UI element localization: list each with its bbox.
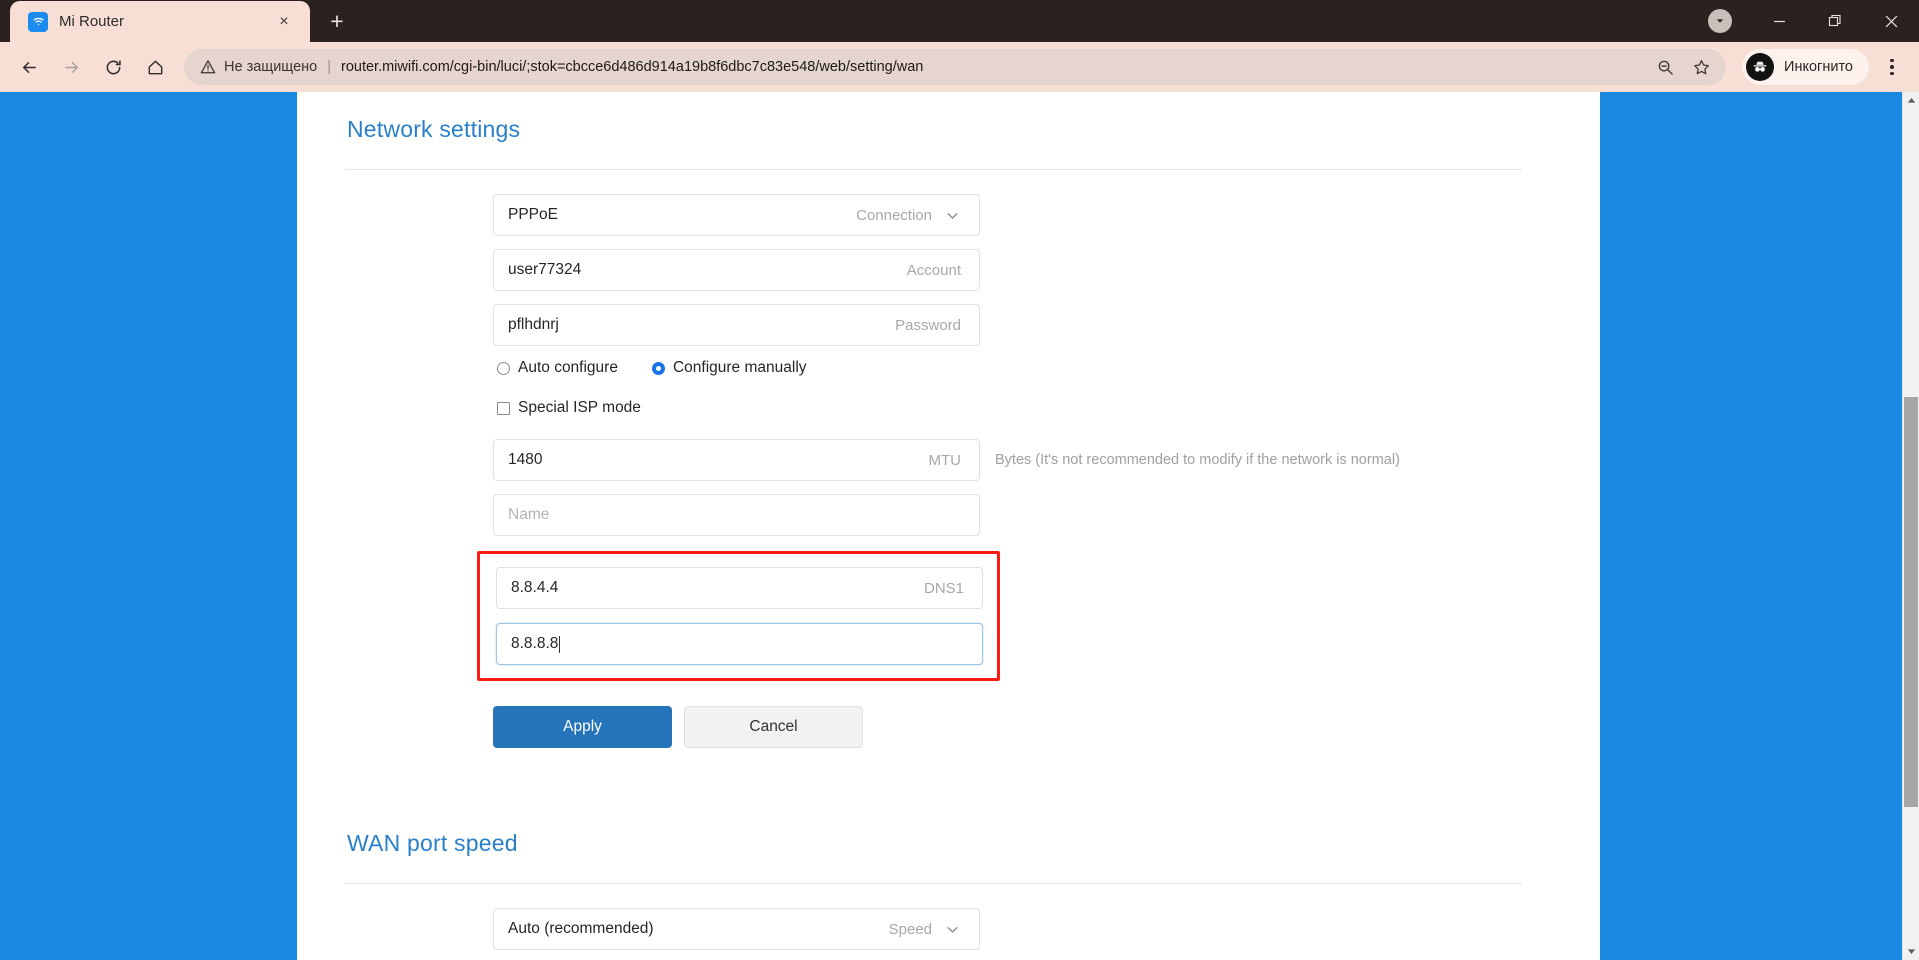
connection-type-value: PPPoE <box>508 206 558 223</box>
account-row: user77324 Account <box>493 249 1552 291</box>
close-window-button[interactable] <box>1863 0 1919 42</box>
scroll-up-arrow-icon[interactable] <box>1903 92 1919 109</box>
page-title-network-settings: Network settings <box>347 116 521 142</box>
text-cursor <box>559 635 561 653</box>
page-title-wan-port-speed: WAN port speed <box>347 830 518 856</box>
connection-type-select[interactable]: PPPoE Connection <box>493 194 980 236</box>
wifi-icon <box>28 11 48 32</box>
omnibox-separator: | <box>327 59 331 75</box>
three-dots-icon[interactable] <box>1875 48 1909 86</box>
account-label: Account <box>906 261 961 279</box>
radio-configure-manually[interactable]: Configure manually <box>651 359 807 377</box>
mtu-hint: Bytes (It's not recommended to modify if… <box>995 452 1400 468</box>
tab-search-icon <box>1708 9 1732 33</box>
url-text: router.miwifi.com/cgi-bin/luci/;stok=cbc… <box>341 59 924 75</box>
dns2-row: 8.8.8.8 <box>496 623 983 665</box>
wan-speed-label: Speed <box>888 920 932 938</box>
mtu-label: MTU <box>928 451 962 469</box>
wan-speed-row: Auto (recommended) Speed <box>493 908 1552 950</box>
browser-tab[interactable]: Mi Router × <box>10 1 310 42</box>
password-row: pflhdnrj Password <box>493 304 1552 346</box>
account-value: user77324 <box>508 261 582 278</box>
chevron-down-icon <box>944 921 961 938</box>
dns2-input[interactable]: 8.8.8.8 <box>496 623 983 665</box>
home-button[interactable] <box>136 48 174 86</box>
connection-type-row: PPPoE Connection <box>493 194 1552 236</box>
service-name-placeholder: Name <box>508 506 550 523</box>
page-scroll-area: Network settings PPPoE Connection user77… <box>0 92 1902 960</box>
forward-button[interactable] <box>52 48 90 86</box>
window-controls <box>1703 0 1919 42</box>
cancel-button[interactable]: Cancel <box>684 706 863 748</box>
dns-highlight-box: 8.8.4.4 DNS1 8.8.8.8 <box>477 551 1000 681</box>
not-secure-warning-icon <box>200 59 216 75</box>
router-content-panel: Network settings PPPoE Connection user77… <box>297 92 1600 960</box>
dns1-row: 8.8.4.4 DNS1 <box>496 567 983 609</box>
radio-configure-manually-icon <box>651 361 665 375</box>
password-input[interactable]: pflhdnrj Password <box>493 304 980 346</box>
radio-auto-configure-icon <box>497 361 510 375</box>
mtu-row: 1480 MTU Bytes (It's not recommended to … <box>493 439 1552 481</box>
mtu-value: 1480 <box>508 451 543 468</box>
chevron-down-icon <box>944 207 961 224</box>
browser-window: Mi Router × + Не защищено | router.miwif… <box>0 0 1919 960</box>
config-mode-group: Auto configure Configure manually <box>497 359 1552 377</box>
back-button[interactable] <box>10 48 48 86</box>
wan-port-speed-form: Auto (recommended) Speed <box>345 884 1552 950</box>
star-icon[interactable] <box>1684 50 1718 84</box>
address-bar[interactable]: Не защищено | router.miwifi.com/cgi-bin/… <box>184 49 1727 85</box>
zoom-out-icon[interactable] <box>1648 50 1682 84</box>
network-settings-form: PPPoE Connection user77324 Account pflhd… <box>345 170 1552 748</box>
password-value: pflhdnrj <box>508 316 559 333</box>
special-isp-mode-checkbox[interactable]: Special ISP mode <box>497 399 1552 417</box>
reload-button[interactable] <box>94 48 132 86</box>
profile-name-label: Инкогнито <box>1784 59 1853 75</box>
wan-speed-value: Auto (recommended) <box>508 920 654 937</box>
dns1-input[interactable]: 8.8.4.4 DNS1 <box>496 567 983 609</box>
account-input[interactable]: user77324 Account <box>493 249 980 291</box>
dns1-label: DNS1 <box>923 579 964 597</box>
scroll-down-arrow-icon[interactable] <box>1903 943 1919 960</box>
service-name-row: Name <box>493 494 1552 536</box>
profile-button[interactable]: Инкогнито <box>1742 49 1869 85</box>
dns2-value: 8.8.8.8 <box>511 635 559 652</box>
apply-button[interactable]: Apply <box>493 706 672 748</box>
security-status-label: Не защищено <box>224 59 318 75</box>
mtu-input[interactable]: 1480 MTU <box>493 439 980 481</box>
wan-speed-select[interactable]: Auto (recommended) Speed <box>493 908 980 950</box>
browser-toolbar: Не защищено | router.miwifi.com/cgi-bin/… <box>0 42 1919 92</box>
special-isp-mode-label: Special ISP mode <box>518 399 641 416</box>
password-label: Password <box>895 316 961 334</box>
incognito-icon <box>1746 53 1775 81</box>
title-bar: Mi Router × + <box>0 0 1919 42</box>
tab-search-button[interactable] <box>1703 0 1737 42</box>
scrollbar-thumb[interactable] <box>1904 397 1918 807</box>
dns1-value: 8.8.4.4 <box>511 579 559 596</box>
close-icon[interactable]: × <box>272 10 296 34</box>
radio-auto-configure-label: Auto configure <box>518 359 618 376</box>
tab-title: Mi Router <box>59 13 125 30</box>
connection-type-label: Connection <box>856 206 932 224</box>
tab-strip: Mi Router × + <box>0 0 354 42</box>
page-scrollbar[interactable] <box>1902 92 1919 960</box>
radio-configure-manually-label: Configure manually <box>672 359 807 376</box>
minimize-button[interactable] <box>1751 0 1807 42</box>
page-viewport: Network settings PPPoE Connection user77… <box>0 92 1919 960</box>
form-actions: Apply Cancel <box>493 706 1552 748</box>
radio-auto-configure[interactable]: Auto configure <box>497 359 618 377</box>
service-name-input[interactable]: Name <box>493 494 980 536</box>
new-tab-button[interactable]: + <box>320 4 354 38</box>
maximize-button[interactable] <box>1807 0 1863 42</box>
checkbox-icon <box>497 401 510 415</box>
omnibox-actions <box>1638 50 1718 84</box>
